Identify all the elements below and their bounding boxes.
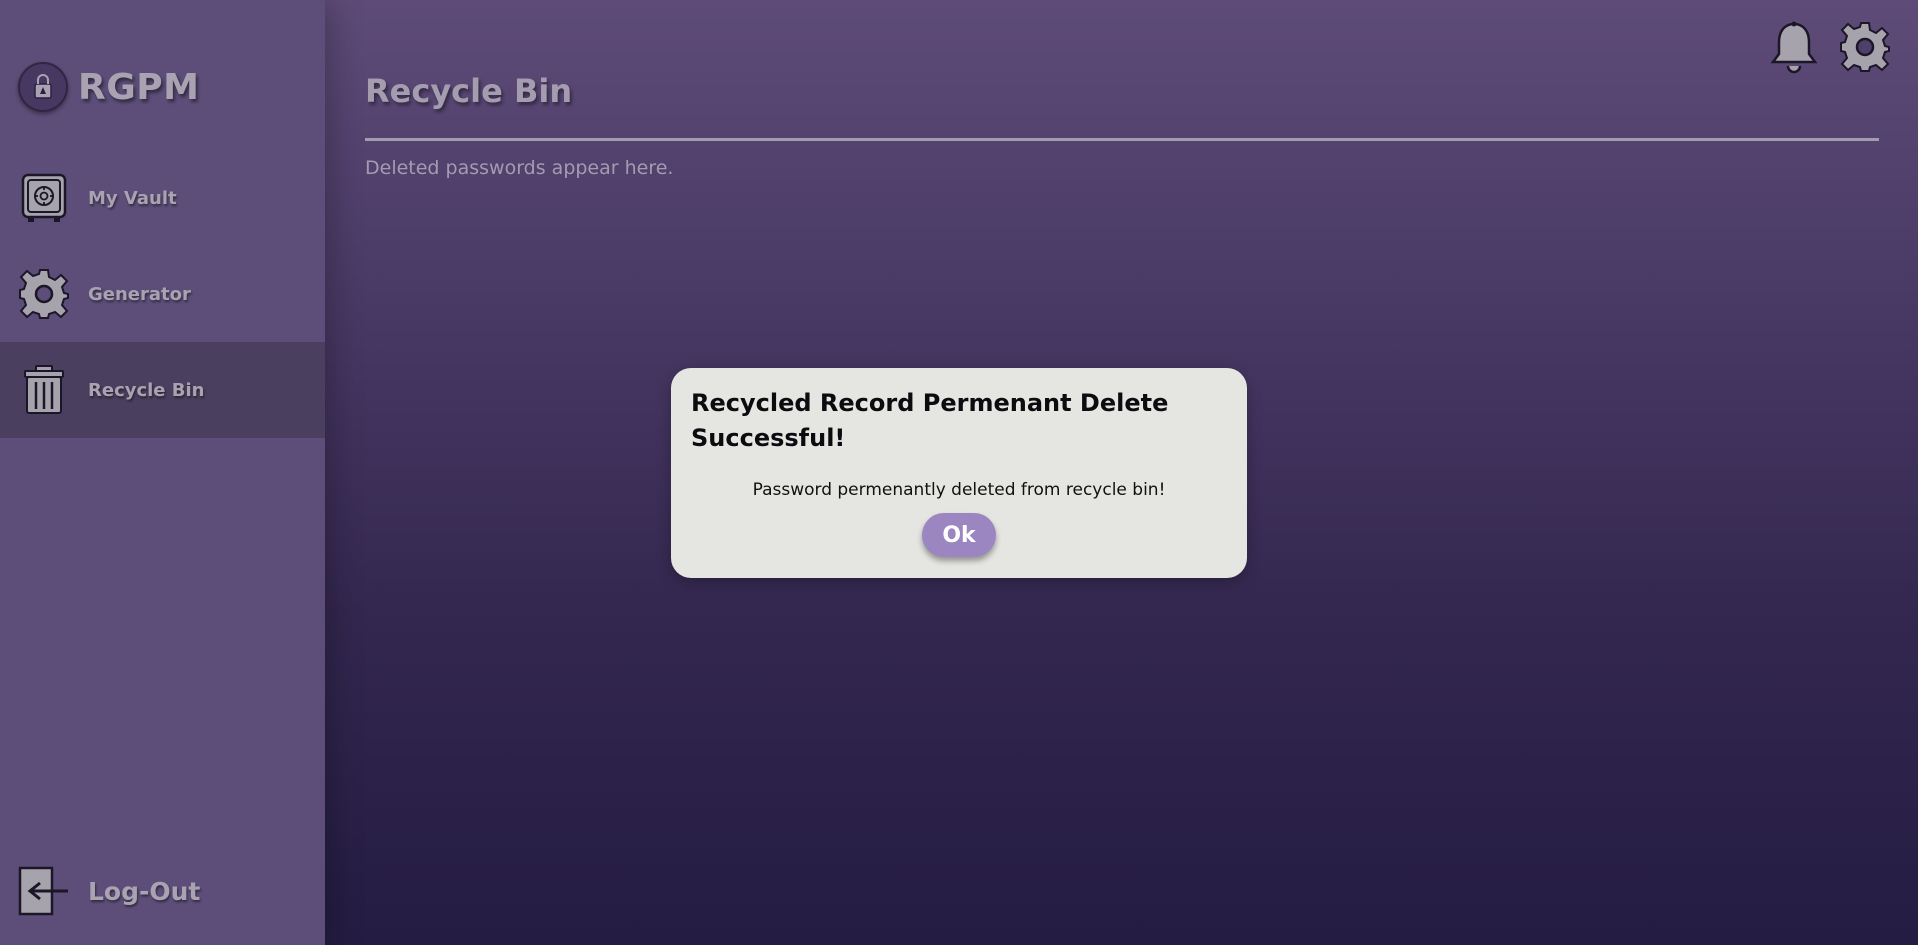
sidebar-item-label: Recycle Bin — [88, 379, 205, 401]
logout-icon — [18, 865, 70, 917]
gear-icon — [18, 268, 70, 320]
logout-button[interactable]: Log-Out — [0, 862, 325, 920]
page-description: Deleted passwords appear here. — [365, 157, 674, 179]
lock-logo-icon — [18, 62, 68, 112]
app-root: RGPM My Vault Generator Recycle Bin Log-… — [0, 0, 1918, 945]
title-divider — [365, 138, 1879, 141]
success-dialog: Recycled Record Permenant Delete Success… — [671, 368, 1247, 578]
ok-button[interactable]: Ok — [922, 513, 996, 557]
brand[interactable]: RGPM — [18, 62, 199, 112]
brand-name: RGPM — [78, 66, 200, 108]
sidebar-item-recycle-bin[interactable]: Recycle Bin — [0, 342, 325, 438]
sidebar-item-my-vault[interactable]: My Vault — [0, 150, 325, 246]
page-title: Recycle Bin — [365, 72, 573, 110]
sidebar-item-generator[interactable]: Generator — [0, 246, 325, 342]
sidebar-item-label: My Vault — [88, 187, 177, 209]
dialog-title: Recycled Record Permenant Delete Success… — [691, 389, 1169, 452]
sidebar-item-label: Generator — [88, 283, 191, 305]
logout-label: Log-Out — [88, 876, 201, 906]
sidebar: RGPM My Vault Generator Recycle Bin Log-… — [0, 0, 325, 945]
dialog-message: Password permenantly deleted from recycl… — [752, 480, 1166, 500]
bell-icon[interactable] — [1767, 20, 1821, 74]
settings-gear-icon[interactable] — [1838, 20, 1892, 74]
trash-icon — [18, 364, 70, 416]
vault-icon — [18, 172, 70, 224]
